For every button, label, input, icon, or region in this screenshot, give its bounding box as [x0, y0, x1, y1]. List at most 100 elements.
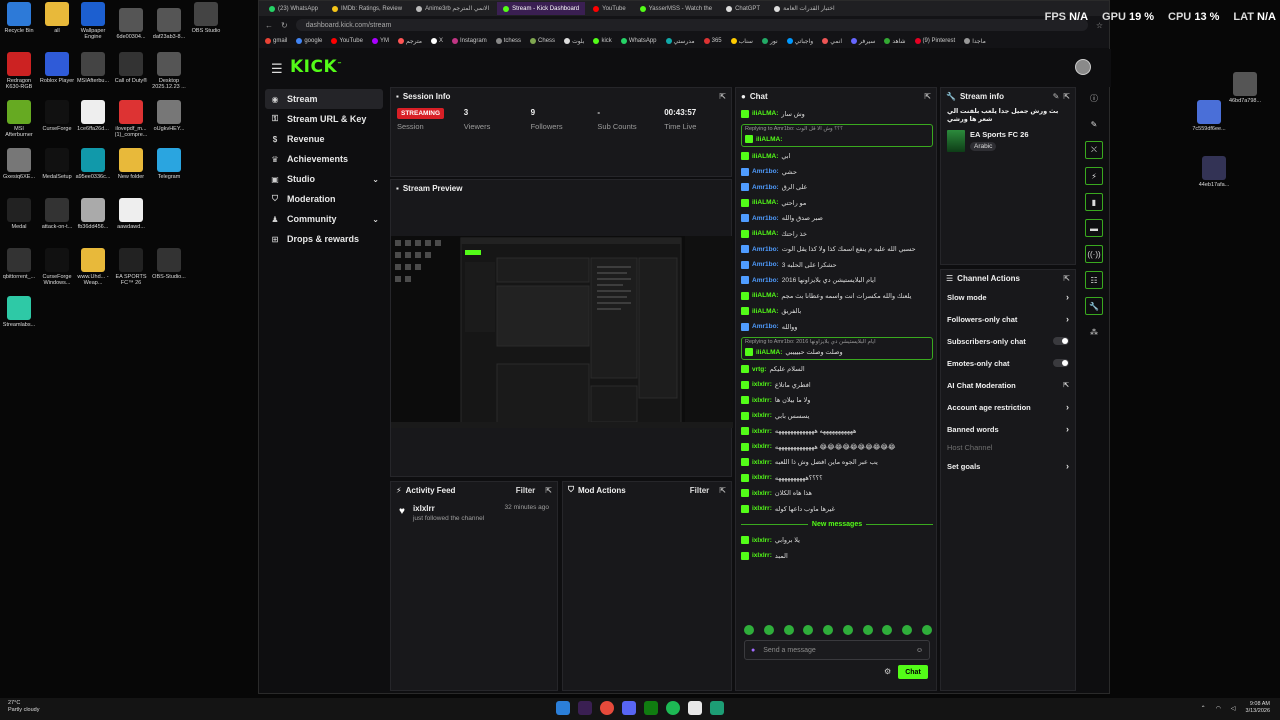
chat-message[interactable]: Amr1bo: على الرق	[741, 180, 933, 196]
bookmark[interactable]: سيرفر	[851, 38, 875, 45]
browser-tab[interactable]: اختبار القدرات العامة	[768, 2, 841, 15]
info-icon[interactable]: ⓘ	[1085, 89, 1103, 107]
desktop-icon[interactable]: fb36dd456...	[74, 198, 112, 230]
emote-icon[interactable]	[902, 625, 913, 635]
emotes-only-action[interactable]: Emotes-only chat	[941, 352, 1075, 374]
bookmark[interactable]: google	[296, 38, 322, 44]
edit-icon[interactable]: ✎	[1085, 115, 1103, 133]
chat-username[interactable]: iliALMA:	[752, 230, 778, 237]
chat-username[interactable]: ixlxlrr:	[752, 474, 772, 481]
browser-tab-active[interactable]: Stream - Kick Dashboard	[497, 2, 586, 15]
chat-message[interactable]: iliALMA: خذ راحتك	[741, 226, 933, 242]
desktop-icon[interactable]: ilovepdf_m... (1)_compre...	[112, 100, 150, 139]
chat-reply[interactable]: Replying to Amr1bo: ايام البلايستيشن دي …	[741, 336, 933, 360]
bookmark[interactable]: Chess	[530, 38, 555, 44]
popout-icon[interactable]: ⇱	[1063, 274, 1070, 283]
chat-username[interactable]: Amr1bo:	[752, 215, 779, 222]
chevron-up-icon[interactable]: ⌃	[1201, 705, 1206, 712]
chat-username[interactable]: ixlxlrr:	[752, 552, 772, 559]
banned-words-action[interactable]: Banned words ›	[941, 418, 1075, 440]
chat-message[interactable]: iliALMA: وصلت وصلت حبيييبي	[745, 347, 929, 358]
bookmark[interactable]: مدرستي	[665, 38, 695, 45]
desktop-icon[interactable]: Telegram	[150, 148, 188, 180]
chat-username[interactable]: Amr1bo:	[752, 277, 779, 284]
chat-message[interactable]: ixlxlrr: هذا هاه الكلان	[741, 486, 933, 502]
ai-moderation-action[interactable]: AI Chat Moderation ⇱	[941, 374, 1075, 396]
chat-message[interactable]: ixlxlrr: هههههههههههه هههههههههههههه	[741, 424, 933, 440]
chat-message[interactable]: Amr1bo: ووالله	[741, 319, 933, 335]
streamlabs-icon[interactable]	[710, 701, 724, 715]
sidebar-item-community[interactable]: ♟ Community ⌄	[265, 209, 383, 229]
activity-user[interactable]: ixlxlrr	[413, 504, 484, 513]
chat-message[interactable]: ixlxlrr: يسسس بابي	[741, 408, 933, 424]
subscribers-only-action[interactable]: Subscribers-only chat	[941, 330, 1075, 352]
emoji-icon[interactable]: ☺	[916, 647, 923, 654]
edit-icon[interactable]: ✎	[1053, 92, 1060, 101]
chat-username[interactable]: iliALMA:	[752, 308, 778, 315]
chat-username[interactable]: Amr1bo:	[752, 323, 779, 330]
desktop-icon[interactable]: MSIAfterbu...	[74, 52, 112, 84]
popout-icon[interactable]: ⇱	[719, 92, 726, 101]
popout-icon[interactable]: ⇱	[924, 92, 931, 101]
users-icon[interactable]: ⁂	[1085, 323, 1103, 341]
gear-icon[interactable]: ⚙	[884, 667, 891, 676]
chat-input[interactable]: ● Send a message ☺	[744, 640, 930, 660]
wrench-icon[interactable]: 🔧	[1085, 297, 1103, 315]
raid-icon[interactable]: ⛌	[1085, 141, 1103, 159]
bookmark[interactable]: X	[431, 38, 443, 44]
browser-tab[interactable]: YouTube	[587, 2, 632, 15]
browser-tab[interactable]: (23) WhatsApp	[263, 2, 324, 15]
chat-username[interactable]: Amr1bo:	[752, 184, 779, 191]
chat-message[interactable]: ixlxlrr: المبد	[741, 548, 933, 564]
chat-message[interactable]: ixlxlrr: ولا ما بيلان ها	[741, 393, 933, 409]
chat-username[interactable]: Amr1bo:	[752, 261, 779, 268]
chat-username[interactable]: Amr1bo:	[752, 168, 779, 175]
desktop-icon[interactable]: 46bd7a798...	[1226, 72, 1264, 104]
chat-message[interactable]: Amr1bo: صبر صدق والله	[741, 211, 933, 227]
desktop-icon[interactable]: all	[38, 2, 76, 34]
bookmark[interactable]: نور	[761, 38, 778, 45]
desktop-icon[interactable]: a95ee0336c...	[74, 148, 112, 180]
desktop-icon[interactable]: Roblox Player	[38, 52, 76, 84]
back-icon[interactable]: ←	[265, 21, 273, 30]
chat-reply[interactable]: Replying to Amr1bo: ؟؟؟ وش الا قل الوت il…	[741, 123, 933, 147]
desktop-icon[interactable]: MSI Afterburner	[0, 100, 38, 139]
broadcast-icon[interactable]: ((·))	[1085, 245, 1103, 263]
wifi-icon[interactable]: ◠	[1216, 705, 1221, 712]
chat-message[interactable]: ixlxlrr: هههههههههههههه 😂😂😂😂😂😂😂😂😂😂	[741, 439, 933, 455]
sidebar-item-studio[interactable]: ▣ Studio ⌄	[265, 169, 383, 189]
chat-username[interactable]: iliALMA:	[756, 136, 782, 143]
desktop-icon[interactable]: daf23ab3-8...	[150, 8, 188, 40]
desktop-icon[interactable]: Recycle Bin	[0, 2, 38, 34]
desktop-icon[interactable]: aawdawd...	[112, 198, 150, 230]
desktop-icon[interactable]: OBS Studio	[187, 2, 225, 34]
desktop-icon[interactable]: www.Uhd... - Weap...	[74, 248, 112, 287]
clock[interactable]: 9:08 AM 3/13/2026	[1246, 701, 1270, 715]
emote-icon[interactable]	[921, 625, 932, 635]
chat-username[interactable]: iliALMA:	[752, 199, 778, 206]
browser-tab[interactable]: Anime3rb الانمي المترجم	[410, 2, 495, 15]
chat-message[interactable]: ixlxlrr: ؟؟؟؟ههههههههههه	[741, 470, 933, 486]
sidebar-item-stream[interactable]: ◉ Stream	[265, 89, 383, 109]
desktop-icon[interactable]: MedalSetup	[38, 148, 76, 180]
chat-username[interactable]: iliALMA:	[756, 349, 782, 356]
filter-button[interactable]: Filter	[690, 486, 710, 495]
chat-message[interactable]: ixlxlrr: افطري ماتلاع	[741, 377, 933, 393]
desktop-icon[interactable]: 7c559df6ee...	[1190, 100, 1228, 132]
bookmark[interactable]: بلوت	[564, 38, 584, 45]
desktop-icon[interactable]: 6de00304...	[112, 8, 150, 40]
avatar[interactable]	[1075, 59, 1091, 75]
emotes-only-toggle[interactable]	[1053, 359, 1069, 367]
bookmark[interactable]: شاهد	[884, 38, 906, 45]
spotify-icon[interactable]	[666, 701, 680, 715]
bookmark[interactable]: Instagram	[452, 38, 487, 44]
desktop-icon[interactable]: Redragon K630-RGB	[0, 52, 38, 91]
sidebar-item-achievements[interactable]: ♛ Achievements	[265, 149, 383, 169]
popout-icon[interactable]: ⇱	[719, 486, 726, 495]
desktop-icon[interactable]: CurseForge	[38, 100, 76, 132]
desktop-icon[interactable]: New folder	[112, 148, 150, 180]
emote-icon[interactable]	[862, 625, 873, 635]
bolt-icon[interactable]: ⚡	[1085, 167, 1103, 185]
chat-message[interactable]: Amr1bo: حشي	[741, 164, 933, 180]
bookmark[interactable]: YM	[371, 38, 389, 44]
